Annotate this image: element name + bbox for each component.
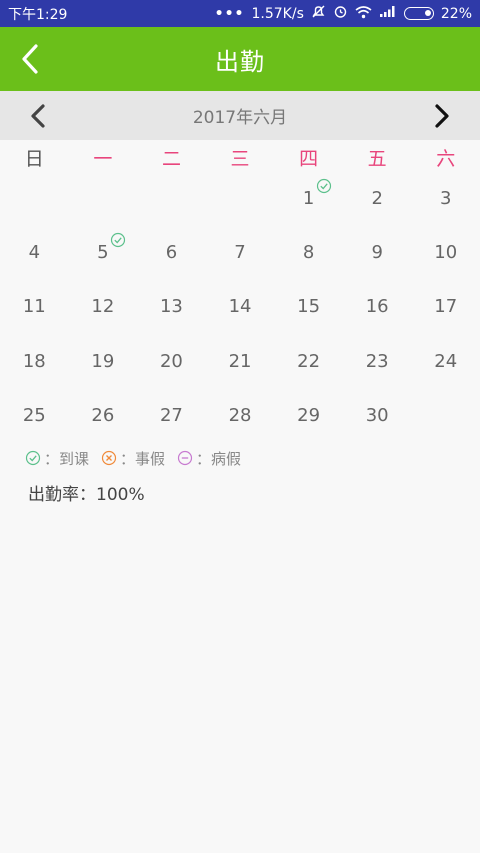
attendance-rate: 出勤率：100% [28, 485, 145, 505]
calendar-day[interactable]: 12 [69, 280, 138, 334]
attend-check-icon [25, 450, 41, 466]
calendar-day [137, 172, 206, 226]
legend-sick: ：病假 [177, 448, 241, 469]
next-month-button[interactable] [427, 101, 457, 131]
prev-month-button[interactable] [23, 101, 53, 131]
calendar-day[interactable]: 3 [411, 172, 480, 226]
calendar-day[interactable]: 22 [274, 335, 343, 389]
legend-leave-label: ：事假 [120, 449, 166, 468]
chevron-left-icon [31, 104, 45, 128]
calendar-day[interactable]: 25 [0, 389, 69, 443]
calendar-week: 11 12 13 14 15 16 17 [0, 280, 480, 334]
calendar-day[interactable]: 26 [69, 389, 138, 443]
chevron-left-icon [22, 44, 38, 74]
legend-leave: ：事假 [101, 448, 165, 469]
status-bar: 下午1:29 ••• 1.57K/s 22% [0, 0, 480, 27]
alarm-icon [333, 4, 348, 23]
calendar-day[interactable]: 13 [137, 280, 206, 334]
legend-attend: ：到课 [25, 448, 89, 469]
calendar-day[interactable]: 11 [0, 280, 69, 334]
calendar-day[interactable]: 1 [274, 172, 343, 226]
calendar-day [411, 389, 480, 443]
back-button[interactable] [12, 41, 48, 77]
calendar-day[interactable]: 8 [274, 226, 343, 280]
sick-minus-icon [177, 450, 193, 466]
signal-icon [379, 5, 397, 22]
calendar-day[interactable]: 21 [206, 335, 275, 389]
calendar-day[interactable]: 18 [0, 335, 69, 389]
calendar-day[interactable]: 9 [343, 226, 412, 280]
calendar-day[interactable]: 16 [343, 280, 412, 334]
month-navigator: 2017年六月 [0, 91, 480, 140]
battery-level: 22% [440, 5, 472, 22]
status-time: 下午1:29 [8, 6, 68, 23]
calendar-day[interactable]: 17 [411, 280, 480, 334]
legend-sick-label: ：病假 [196, 449, 242, 468]
calendar-day[interactable]: 6 [137, 226, 206, 280]
calendar-day[interactable]: 14 [206, 280, 275, 334]
calendar-day[interactable]: 2 [343, 172, 412, 226]
calendar-day[interactable]: 10 [411, 226, 480, 280]
calendar-day[interactable]: 23 [343, 335, 412, 389]
calendar-day[interactable]: 7 [206, 226, 275, 280]
calendar-day [206, 172, 275, 226]
calendar-day [0, 172, 69, 226]
calendar-grid: 1 2 3 4 5 6 7 8 9 10 11 12 13 14 15 16 1… [0, 172, 480, 443]
attendance-legend: ：到课 ：事假 ：病假 [25, 448, 253, 468]
calendar-day [69, 172, 138, 226]
calendar-week: 4 5 6 7 8 9 10 [0, 226, 480, 280]
attend-check-icon [317, 178, 332, 194]
calendar-day[interactable]: 28 [206, 389, 275, 443]
calendar-day[interactable]: 24 [411, 335, 480, 389]
calendar-day[interactable]: 5 [69, 226, 138, 280]
calendar-day[interactable]: 20 [137, 335, 206, 389]
page-title: 出勤 [215, 47, 265, 76]
mute-bell-icon [311, 4, 326, 23]
calendar-day[interactable]: 15 [274, 280, 343, 334]
calendar-day[interactable]: 27 [137, 389, 206, 443]
legend-attend-label: ：到课 [44, 449, 90, 468]
calendar-day[interactable]: 4 [0, 226, 69, 280]
wifi-icon [355, 5, 372, 23]
more-dots-icon: ••• [214, 5, 245, 22]
app-bar: 出勤 [0, 27, 480, 91]
calendar-day[interactable]: 29 [274, 389, 343, 443]
month-label: 2017年六月 [192, 108, 288, 128]
calendar-day[interactable]: 19 [69, 335, 138, 389]
leave-x-icon [101, 450, 117, 466]
attend-check-icon [110, 233, 125, 248]
calendar-week: 25 26 27 28 29 30 [0, 389, 480, 443]
calendar-week: 18 19 20 21 22 23 24 [0, 335, 480, 389]
calendar-week: 1 2 3 [0, 172, 480, 226]
network-speed: 1.57K/s [251, 5, 304, 22]
calendar-day[interactable]: 30 [343, 389, 412, 443]
chevron-right-icon [435, 104, 449, 128]
battery-icon [403, 7, 434, 20]
